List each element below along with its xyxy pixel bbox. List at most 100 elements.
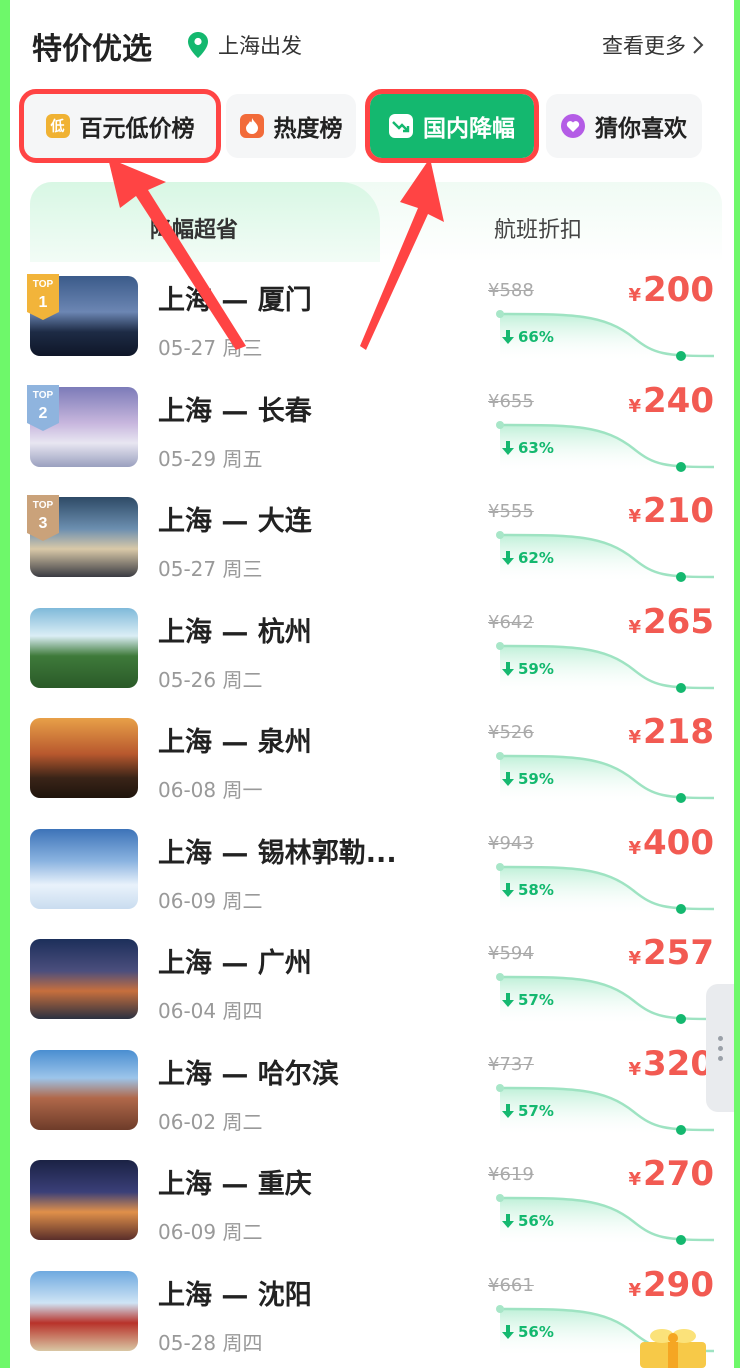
deal-row[interactable]: 上海 — 重庆 06-09 周二 ¥619 56% ¥270 [10,1146,734,1257]
destination-photo [30,1270,138,1351]
deal-row[interactable]: TOP 3 上海 — 大连 05-27 周三 ¥555 62% ¥210 [10,483,734,594]
flight-date: 06-09 周二 [158,1220,263,1244]
arrow-down-icon [502,1214,514,1228]
frame-right [734,0,740,1368]
original-price: ¥943 [488,832,534,854]
flight-date: 05-28 周四 [158,1330,263,1355]
heart-icon [561,114,585,138]
original-price: ¥655 [488,390,534,412]
discount-percent: 63% [502,439,554,457]
arrow-down-icon [502,661,514,676]
sale-price: ¥240 [628,380,714,421]
original-price: ¥594 [488,943,534,964]
destination-photo [30,1049,138,1130]
arrow-down-icon [502,772,514,786]
arrow-down-icon [502,440,514,455]
destination-photo [30,939,138,1019]
discount-percent: 62% [502,549,554,567]
rank-badge: TOP 3 [27,495,59,541]
route-label: 上海 — 哈尔滨 [158,1058,339,1090]
flame-icon [239,114,264,138]
deal-row[interactable]: 上海 — 沈阳 05-28 周四 ¥661 56% ¥290 [10,1257,734,1368]
arrow-down-icon [502,1103,514,1118]
flight-date: 06-09 周二 [158,888,263,913]
arrow-down-icon [502,1324,514,1339]
chip-domestic-drop[interactable]: 国内降幅 [365,89,539,163]
see-more-label: 查看更多 [602,34,686,58]
route-label: 上海 — 杭州 [158,616,312,648]
location-label: 上海出发 [218,34,302,58]
arrow-down-icon [502,330,514,344]
frame-left [0,0,10,1368]
svg-text:TOP: TOP [33,390,54,401]
sale-price: ¥265 [628,601,714,642]
discount-percent: 66% [502,328,554,346]
discount-percent: 59% [502,770,554,788]
sale-price: ¥257 [628,933,714,973]
flight-date: 06-08 周一 [158,778,263,802]
chip-label: 猜你喜欢 [595,116,687,142]
chevron-right-icon [693,36,704,54]
chip-low-price[interactable]: 低 百元低价榜 [19,89,221,163]
discount-percent: 58% [502,881,554,899]
deal-row[interactable]: 上海 — 广州 06-04 周四 ¥594 57% ¥257 [10,925,734,1036]
svg-text:TOP: TOP [33,279,54,290]
annotation-arrow-left [108,158,246,350]
sale-price: ¥400 [628,822,714,863]
discount-percent: 57% [502,991,554,1009]
original-price: ¥555 [488,501,534,522]
flight-date: 05-26 周二 [158,667,263,692]
chip-label: 热度榜 [273,116,343,142]
chip-hot[interactable]: 热度榜 [226,94,356,158]
side-drawer-handle[interactable] [706,984,734,1112]
route-label: 上海 — 长春 [158,395,312,427]
original-price: ¥661 [488,1274,534,1296]
discount-percent: 57% [502,1102,554,1120]
route-label: 上海 — 广州 [158,948,312,979]
deal-row[interactable]: TOP 2 上海 — 长春 05-29 周五 ¥655 63% ¥240 [10,373,734,484]
sale-price: ¥210 [628,491,714,531]
gift-box-icon[interactable] [630,1324,716,1368]
destination-photo [30,718,138,798]
destination-photo [30,607,138,688]
location-selector[interactable]: 上海出发 [188,30,302,60]
route-label: 上海 — 锡林郭勒... [158,837,397,869]
chip-label: 百元低价榜 [79,116,195,142]
route-label: 上海 — 大连 [158,506,312,537]
location-pin-icon [188,32,208,58]
arrow-down-icon [502,551,514,565]
route-label: 上海 — 沈阳 [158,1279,312,1311]
chip-label: 国内降幅 [423,116,515,142]
rank-badge: TOP 1 [27,274,59,320]
sale-price: ¥200 [628,270,714,310]
low-price-icon: 低 [45,114,70,138]
original-price: ¥619 [488,1164,534,1185]
svg-text:TOP: TOP [33,500,54,511]
sale-price: ¥320 [628,1043,714,1084]
deal-row[interactable]: 上海 — 锡林郭勒... 06-09 周二 ¥943 58% ¥400 [10,815,734,926]
chip-guess-you-like[interactable]: 猜你喜欢 [546,94,702,158]
tab-flight-discount[interactable]: 航班折扣 [494,212,582,244]
discount-percent: 56% [502,1212,554,1230]
flight-date: 05-27 周三 [158,557,263,581]
deal-row[interactable]: 上海 — 泉州 06-08 周一 ¥526 59% ¥218 [10,704,734,815]
sale-price: ¥218 [628,712,714,752]
flight-date: 06-02 周二 [158,1109,263,1134]
arrow-down-icon [502,993,514,1007]
header: 特价优选 上海出发 查看更多 [10,0,734,88]
annotation-arrow-right [360,158,444,350]
original-price: ¥737 [488,1053,534,1075]
deal-row[interactable]: 上海 — 哈尔滨 06-02 周二 ¥737 57% ¥320 [10,1036,734,1147]
discount-percent: 56% [502,1323,554,1341]
route-label: 上海 — 泉州 [158,727,312,758]
destination-photo [30,828,138,909]
svg-text:1: 1 [39,294,48,311]
flight-date: 06-04 周四 [158,999,263,1023]
sale-price: ¥270 [628,1154,714,1194]
trend-down-icon [389,114,413,138]
deal-row[interactable]: 上海 — 杭州 05-26 周二 ¥642 59% ¥265 [10,594,734,705]
page-title: 特价优选 [32,32,152,67]
discount-percent: 59% [502,660,554,678]
see-more-link[interactable]: 查看更多 [602,30,704,60]
original-price: ¥526 [488,722,534,743]
